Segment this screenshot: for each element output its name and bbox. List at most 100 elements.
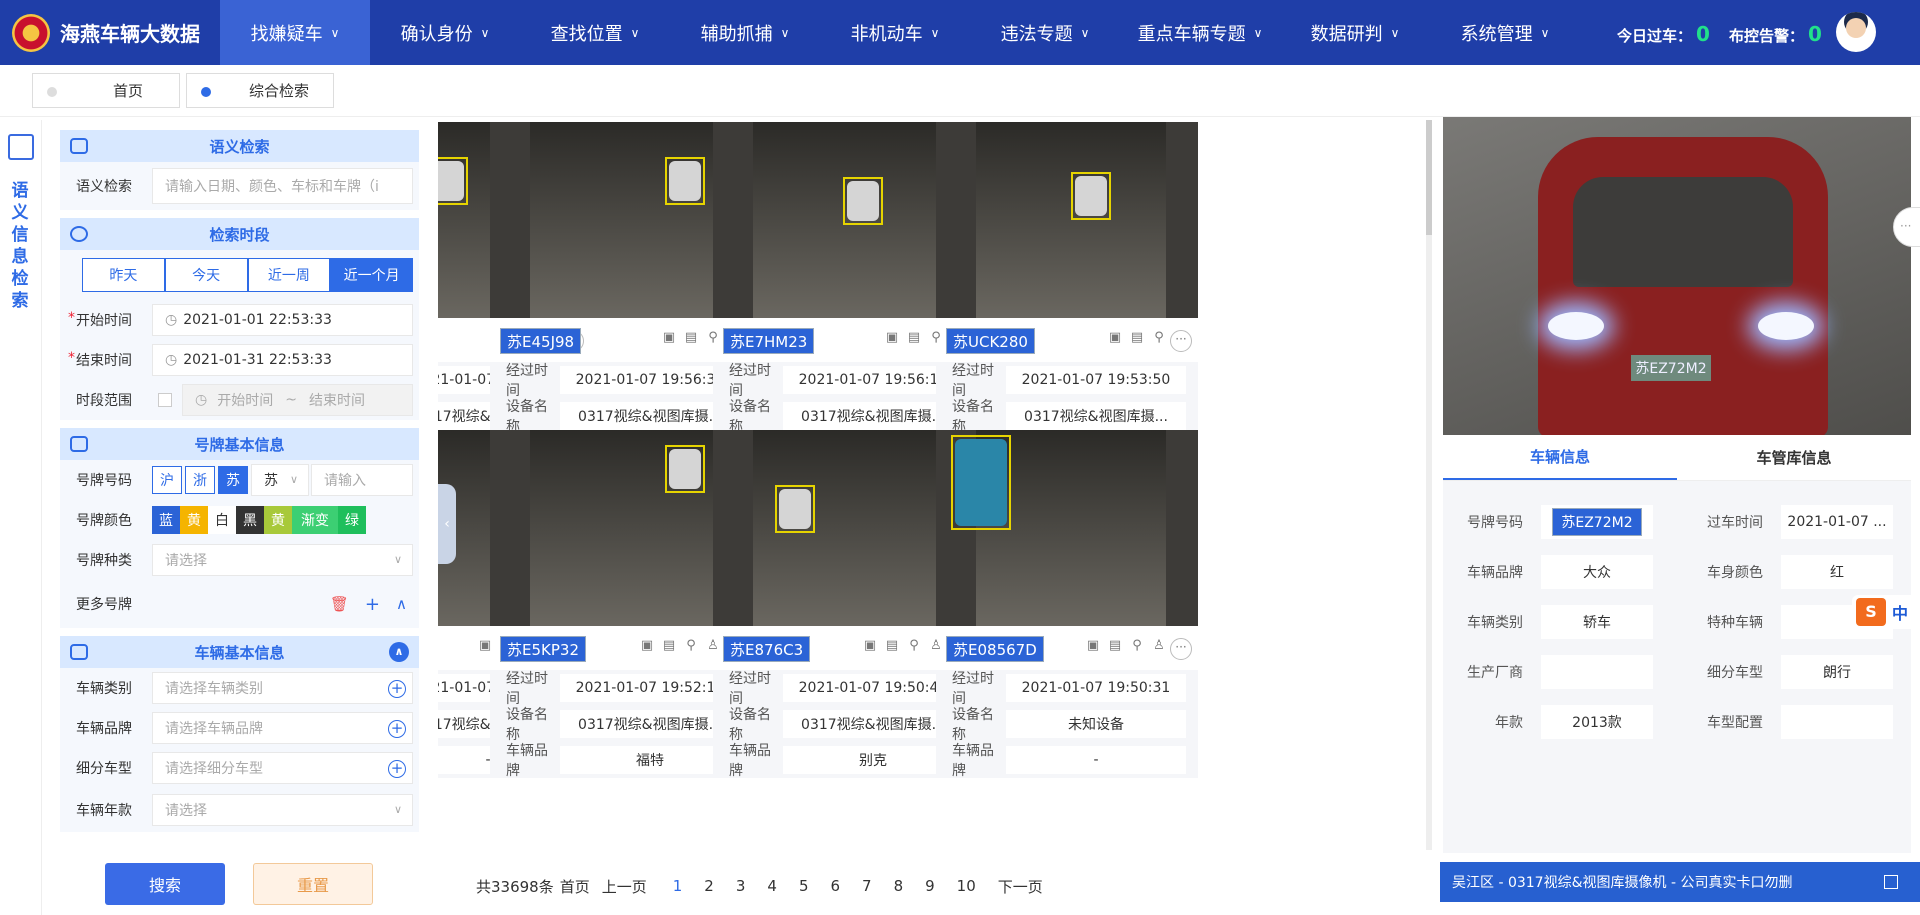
nav-item-assist-capture[interactable]: 辅助抓捕 ∨ — [670, 0, 820, 65]
folder-icon[interactable]: ▤ — [881, 638, 903, 658]
range-checkbox[interactable] — [158, 393, 172, 407]
nav-item-system[interactable]: 系统管理 ∨ — [1430, 0, 1580, 65]
plate-color-chip[interactable]: 白 — [208, 506, 236, 534]
page-number[interactable]: 9 — [925, 877, 935, 895]
detection-box — [775, 485, 815, 533]
plus-circle-icon[interactable]: + — [388, 760, 406, 778]
ime-indicator[interactable]: S中 — [1852, 595, 1920, 629]
period-yesterday-button[interactable]: 昨天 — [82, 258, 165, 292]
start-time-input[interactable]: ◷ 2021-01-01 22:53:33 — [152, 304, 413, 336]
page-number[interactable]: 1 — [673, 877, 683, 895]
plate-color-chip[interactable]: 绿 — [338, 506, 366, 534]
vehicle-category-select[interactable]: 请选择车辆类别 + — [152, 672, 413, 704]
main-nav: 找嫌疑车 ∨ 确认身份 ∨ 查找位置 ∨ 辅助抓捕 ∨ 非机动车 ∨ 违法专题 ∨ 重点车辆… — [220, 0, 1580, 65]
image-search-icon[interactable]: ▣ — [1104, 330, 1126, 350]
image-search-icon[interactable]: ▣ — [658, 330, 680, 350]
province-hu-button[interactable]: 沪 — [152, 466, 182, 494]
capture-image[interactable] — [936, 430, 1198, 626]
result-card[interactable]: 苏E08567D ▣ ▤ ⚲ ♙ ··· 经过时间 2021-01-07 19:50:31 设备… — [936, 430, 1198, 800]
folder-icon[interactable]: ▤ — [1104, 638, 1126, 658]
plate-number-input[interactable]: 请输入 — [311, 464, 413, 496]
province-su-button[interactable]: 苏 — [218, 466, 248, 494]
image-search-icon[interactable]: ▣ — [1082, 638, 1104, 658]
page-tab-search[interactable]: 综合检索 — [186, 73, 334, 108]
plate-color-label: 号牌颜色 — [76, 513, 132, 529]
collapse-icon[interactable]: ∧ — [389, 642, 409, 662]
semantic-search-input[interactable]: 请输入日期、颜色、车标和车牌（i — [152, 168, 413, 204]
plate-color-chip[interactable]: 渐变 — [292, 506, 338, 534]
locate-person-icon[interactable]: ⚲ — [1148, 330, 1170, 350]
page-number[interactable]: 2 — [704, 877, 714, 895]
camera-footer-bar[interactable]: 吴江区 - 0317视综&视图库摄像机 - 公司真实卡口勿删 — [1440, 862, 1920, 902]
period-month-button[interactable]: 近一个月 — [330, 258, 413, 292]
vertical-side-tab[interactable]: 语义信息检索 — [0, 120, 42, 915]
trash-icon[interactable]: 🗑 — [330, 595, 349, 613]
plate-color-chip[interactable]: 黄 — [180, 506, 208, 534]
province-zhe-button[interactable]: 浙 — [185, 466, 215, 494]
nav-item-find-suspect[interactable]: 找嫌疑车 ∨ — [220, 0, 370, 65]
province-select[interactable]: 苏 ∨ — [251, 464, 309, 496]
locate-person-icon[interactable]: ⚲ — [680, 638, 702, 658]
collapse-panel-handle[interactable]: ‹ — [438, 484, 456, 564]
locate-person-icon[interactable]: ⚲ — [1126, 638, 1148, 658]
nav-item-key-vehicle[interactable]: 重点车辆专题 ∨ — [1120, 0, 1280, 65]
vehicle-model-select[interactable]: 请选择细分车型 + — [152, 752, 413, 784]
person-icon[interactable]: ♙ — [1148, 638, 1170, 658]
more-icon[interactable]: ··· — [1170, 330, 1192, 352]
plate-color-chip[interactable]: 黑 — [236, 506, 264, 534]
image-search-icon[interactable]: ▣ — [636, 638, 658, 658]
image-search-icon[interactable]: ▣ — [881, 330, 903, 350]
grid-scrollbar[interactable] — [1426, 120, 1432, 850]
page-number[interactable]: 10 — [957, 877, 976, 895]
detection-box — [1071, 172, 1111, 220]
user-avatar[interactable] — [1836, 12, 1876, 52]
nav-item-data-analysis[interactable]: 数据研判 ∨ — [1280, 0, 1430, 65]
page-number[interactable]: 8 — [894, 877, 904, 895]
range-input[interactable]: ◷ 开始时间 ~ 结束时间 — [182, 384, 413, 416]
page-tab-home[interactable]: 首页 — [32, 73, 180, 108]
folder-icon[interactable]: ▤ — [680, 330, 702, 350]
chevron-up-icon[interactable]: ∧ — [396, 595, 407, 613]
end-time-input[interactable]: ◷ 2021-01-31 22:53:33 — [152, 344, 413, 376]
locate-person-icon[interactable]: ⚲ — [903, 638, 925, 658]
nav-item-confirm-identity[interactable]: 确认身份 ∨ — [370, 0, 520, 65]
vehicle-year-select[interactable]: 请选择 ∨ — [152, 794, 413, 826]
page-number[interactable]: 5 — [799, 877, 809, 895]
nav-item-find-location[interactable]: 查找位置 ∨ — [520, 0, 670, 65]
chevron-down-icon: ∨ — [393, 553, 402, 566]
reset-button[interactable]: 重置 — [253, 863, 373, 905]
folder-icon[interactable]: ▤ — [903, 330, 925, 350]
plus-circle-icon[interactable]: + — [388, 680, 406, 698]
period-today-button[interactable]: 今天 — [164, 258, 248, 292]
plus-icon[interactable]: + — [365, 594, 380, 615]
checkbox-icon[interactable] — [1884, 875, 1898, 889]
page-number[interactable]: 4 — [767, 877, 777, 895]
vehicle-snapshot[interactable]: 苏EZ72M2 — [1443, 117, 1911, 435]
search-button[interactable]: 搜索 — [105, 863, 225, 905]
tab-vehicle-info[interactable]: 车辆信息 — [1443, 435, 1677, 480]
nav-item-non-motor[interactable]: 非机动车 ∨ — [820, 0, 970, 65]
plate-type-select[interactable]: 请选择 ∨ — [152, 544, 413, 576]
page-number[interactable]: 6 — [830, 877, 840, 895]
pager-next[interactable]: 下一页 — [998, 876, 1043, 897]
card-row-brand: 车辆品牌- — [936, 742, 1198, 779]
plate-color-chip[interactable]: 黄 — [264, 506, 292, 534]
vehicle-brand-select[interactable]: 请选择车辆品牌 + — [152, 712, 413, 744]
pager-first[interactable]: 首页 — [560, 876, 590, 897]
page-number[interactable]: 3 — [736, 877, 746, 895]
folder-icon[interactable]: ▤ — [1126, 330, 1148, 350]
folder-icon[interactable]: ▤ — [658, 638, 680, 658]
placeholder: 请选择车辆类别 — [165, 681, 263, 697]
scroll-thumb[interactable] — [1426, 120, 1432, 235]
image-search-icon[interactable]: ▣ — [859, 638, 881, 658]
page-number[interactable]: 7 — [862, 877, 872, 895]
pager-prev[interactable]: 上一页 — [602, 876, 647, 897]
nav-label: 非机动车 — [850, 23, 923, 45]
plus-circle-icon[interactable]: + — [388, 720, 406, 738]
period-week-button[interactable]: 近一周 — [247, 258, 331, 292]
nav-item-violation[interactable]: 违法专题 ∨ — [970, 0, 1120, 65]
plate-color-chip[interactable]: 蓝 — [152, 506, 180, 534]
more-icon[interactable]: ··· — [1170, 638, 1192, 660]
capture-image[interactable] — [936, 122, 1198, 318]
tab-registry-info[interactable]: 车管库信息 — [1677, 435, 1911, 480]
